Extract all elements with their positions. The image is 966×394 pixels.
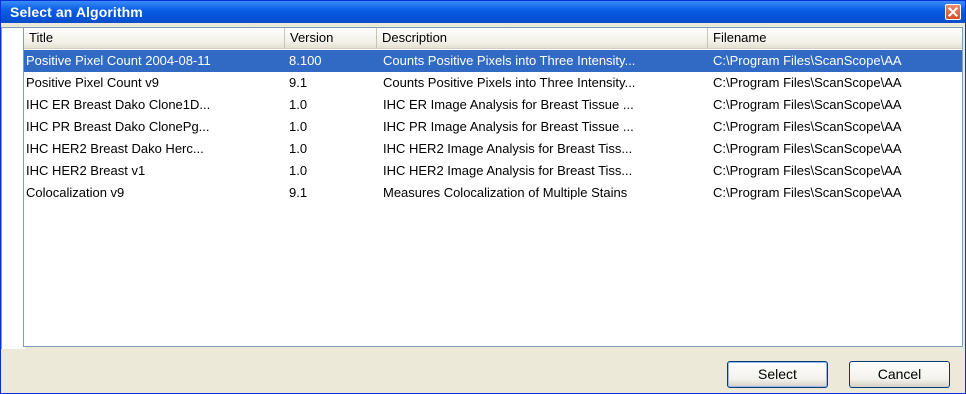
magnifier-algorithm-icon — [23, 141, 24, 157]
row-version: 9.1 — [289, 75, 308, 90]
row-version: 8.100 — [289, 53, 322, 68]
table-row[interactable]: IHC ER Breast Dako Clone1D... 1.0 IHC ER I… — [23, 94, 962, 116]
row-title: IHC PR Breast Dako ClonePg... — [26, 119, 210, 134]
close-icon[interactable] — [945, 4, 961, 20]
magnifier-algorithm-icon — [23, 75, 24, 91]
row-version: 9.1 — [289, 185, 308, 200]
magnifier-algorithm-icon — [23, 119, 24, 135]
row-filename: C:\Program Files\ScanScope\AA — [713, 97, 902, 112]
column-header-description[interactable]: Description — [377, 28, 708, 48]
list-header: Title Version Description Filename — [24, 28, 962, 49]
row-description: Counts Positive Pixels into Three Intens… — [383, 75, 636, 90]
magnifier-algorithm-icon — [23, 97, 24, 113]
row-title: Colocalization v9 — [26, 185, 125, 200]
row-description: Counts Positive Pixels into Three Intens… — [383, 53, 636, 68]
row-filename: C:\Program Files\ScanScope\AA — [713, 75, 902, 90]
table-row[interactable]: IHC HER2 Breast Dako Herc... 1.0 IHC HER2 … — [23, 138, 962, 160]
row-title: IHC HER2 Breast v1 — [26, 163, 146, 178]
row-filename: C:\Program Files\ScanScope\AA — [713, 163, 902, 178]
row-version: 1.0 — [289, 119, 308, 134]
table-row[interactable]: Positive Pixel Count v9 9.1 Counts Positiv… — [23, 72, 962, 94]
magnifier-algorithm-icon — [23, 185, 24, 201]
row-version: 1.0 — [289, 141, 308, 156]
row-title: Positive Pixel Count v9 — [26, 75, 159, 90]
title-bar[interactable]: Select an Algorithm — [1, 1, 965, 23]
list-left-edge — [1, 27, 25, 349]
row-description: Measures Colocalization of Multiple Stai… — [383, 185, 628, 200]
row-filename: C:\Program Files\ScanScope\AA — [713, 185, 902, 200]
table-row[interactable]: Colocalization v9 9.1 Measures Colocalizat… — [23, 182, 962, 204]
table-row[interactable]: IHC PR Breast Dako ClonePg... 1.0 IHC PR I… — [23, 116, 962, 138]
row-title: IHC ER Breast Dako Clone1D... — [26, 97, 211, 112]
cancel-button[interactable]: Cancel — [849, 361, 950, 388]
magnifier-algorithm-icon — [23, 53, 24, 69]
row-filename: C:\Program Files\ScanScope\AA — [713, 119, 902, 134]
algorithm-list[interactable]: Title Version Description Filename Posit… — [23, 27, 963, 347]
table-row[interactable]: Positive Pixel Count 2004-08-11 8.100 Coun… — [23, 50, 962, 72]
table-row[interactable]: IHC HER2 Breast v1 1.0 IHC HER2 Image Anal… — [23, 160, 962, 182]
column-header-version[interactable]: Version — [285, 28, 377, 48]
row-version: 1.0 — [289, 97, 308, 112]
column-header-title[interactable]: Title — [24, 28, 285, 48]
row-filename: C:\Program Files\ScanScope\AA — [713, 141, 902, 156]
row-title: Positive Pixel Count 2004-08-11 — [26, 53, 211, 68]
row-description: IHC PR Image Analysis for Breast Tissue … — [383, 119, 634, 134]
row-description: IHC HER2 Image Analysis for Breast Tiss.… — [383, 163, 633, 178]
row-title: IHC HER2 Breast Dako Herc... — [26, 141, 204, 156]
row-version: 1.0 — [289, 163, 308, 178]
row-filename: C:\Program Files\ScanScope\AA — [713, 53, 902, 68]
select-button[interactable]: Select — [727, 361, 828, 388]
row-description: IHC ER Image Analysis for Breast Tissue … — [383, 97, 634, 112]
column-header-filename[interactable]: Filename — [708, 28, 962, 48]
algorithm-dialog: Select an Algorithm Title Version Descri… — [0, 0, 966, 394]
row-description: IHC HER2 Image Analysis for Breast Tiss.… — [383, 141, 633, 156]
dialog-title: Select an Algorithm — [10, 4, 143, 20]
magnifier-algorithm-icon — [23, 163, 24, 179]
